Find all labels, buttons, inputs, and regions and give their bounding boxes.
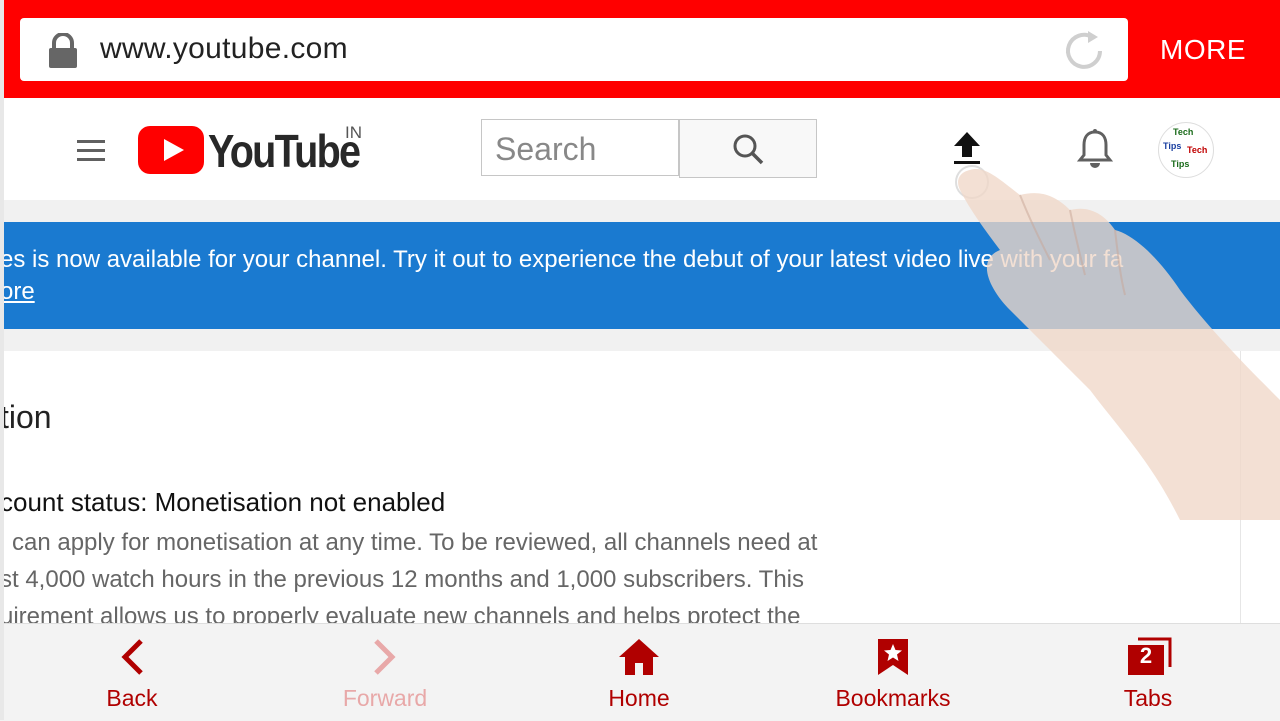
tabs-count: 2 [1139,643,1153,668]
body-text-line: st 4,000 watch hours in the previous 12 … [0,566,805,593]
chevron-left-icon [42,637,222,682]
reload-icon[interactable] [1062,29,1106,78]
tabs-button[interactable]: 2 Tabs [1058,623,1238,720]
bookmarks-label: Bookmarks [835,685,951,711]
avatar-text: Tips [1171,159,1190,169]
notification-bell-icon[interactable] [1076,128,1114,175]
chevron-right-icon [295,637,475,682]
home-button[interactable]: Home [549,623,729,720]
forward-label: Forward [342,685,428,711]
youtube-play-logo-icon[interactable] [138,126,204,179]
tabs-label: Tabs [1123,685,1173,711]
left-edge [0,0,4,720]
banner-text: es is now available for your channel. Tr… [0,246,1124,273]
separator [0,329,1280,351]
avatar-text: Tech [1173,127,1194,137]
announcement-banner [0,222,1280,329]
search-icon[interactable] [732,133,764,170]
region-code: IN [345,123,362,142]
avatar-text: Tips [1163,141,1182,151]
search-placeholder: Search [495,131,597,167]
upload-icon[interactable] [952,130,982,171]
home-label: Home [608,685,670,711]
bookmarks-button[interactable]: Bookmarks [803,623,983,720]
menu-icon[interactable] [77,140,105,167]
forward-button[interactable]: Forward [295,623,475,720]
body-text-line: can apply for monetisation at any time. … [12,529,818,556]
section-title: tion [0,399,52,435]
bookmark-star-icon [803,637,983,682]
separator [0,200,1280,222]
home-icon [549,637,729,682]
avatar[interactable]: Tech Tips Tech Tips [1158,122,1214,178]
avatar-text: Tech [1187,145,1208,155]
account-status: count status: Monetisation not enabled [0,487,446,517]
back-label: Back [106,685,158,711]
url-text[interactable]: www.youtube.com [100,32,348,66]
more-button[interactable]: MORE [1160,34,1246,66]
banner-learn-more-link[interactable]: ore [0,278,35,306]
lock-icon [46,32,80,74]
body-text-line: uirement allows us to properly evaluate … [0,603,801,623]
back-button[interactable]: Back [42,623,222,720]
youtube-wordmark[interactable]: YouTube [208,124,361,178]
